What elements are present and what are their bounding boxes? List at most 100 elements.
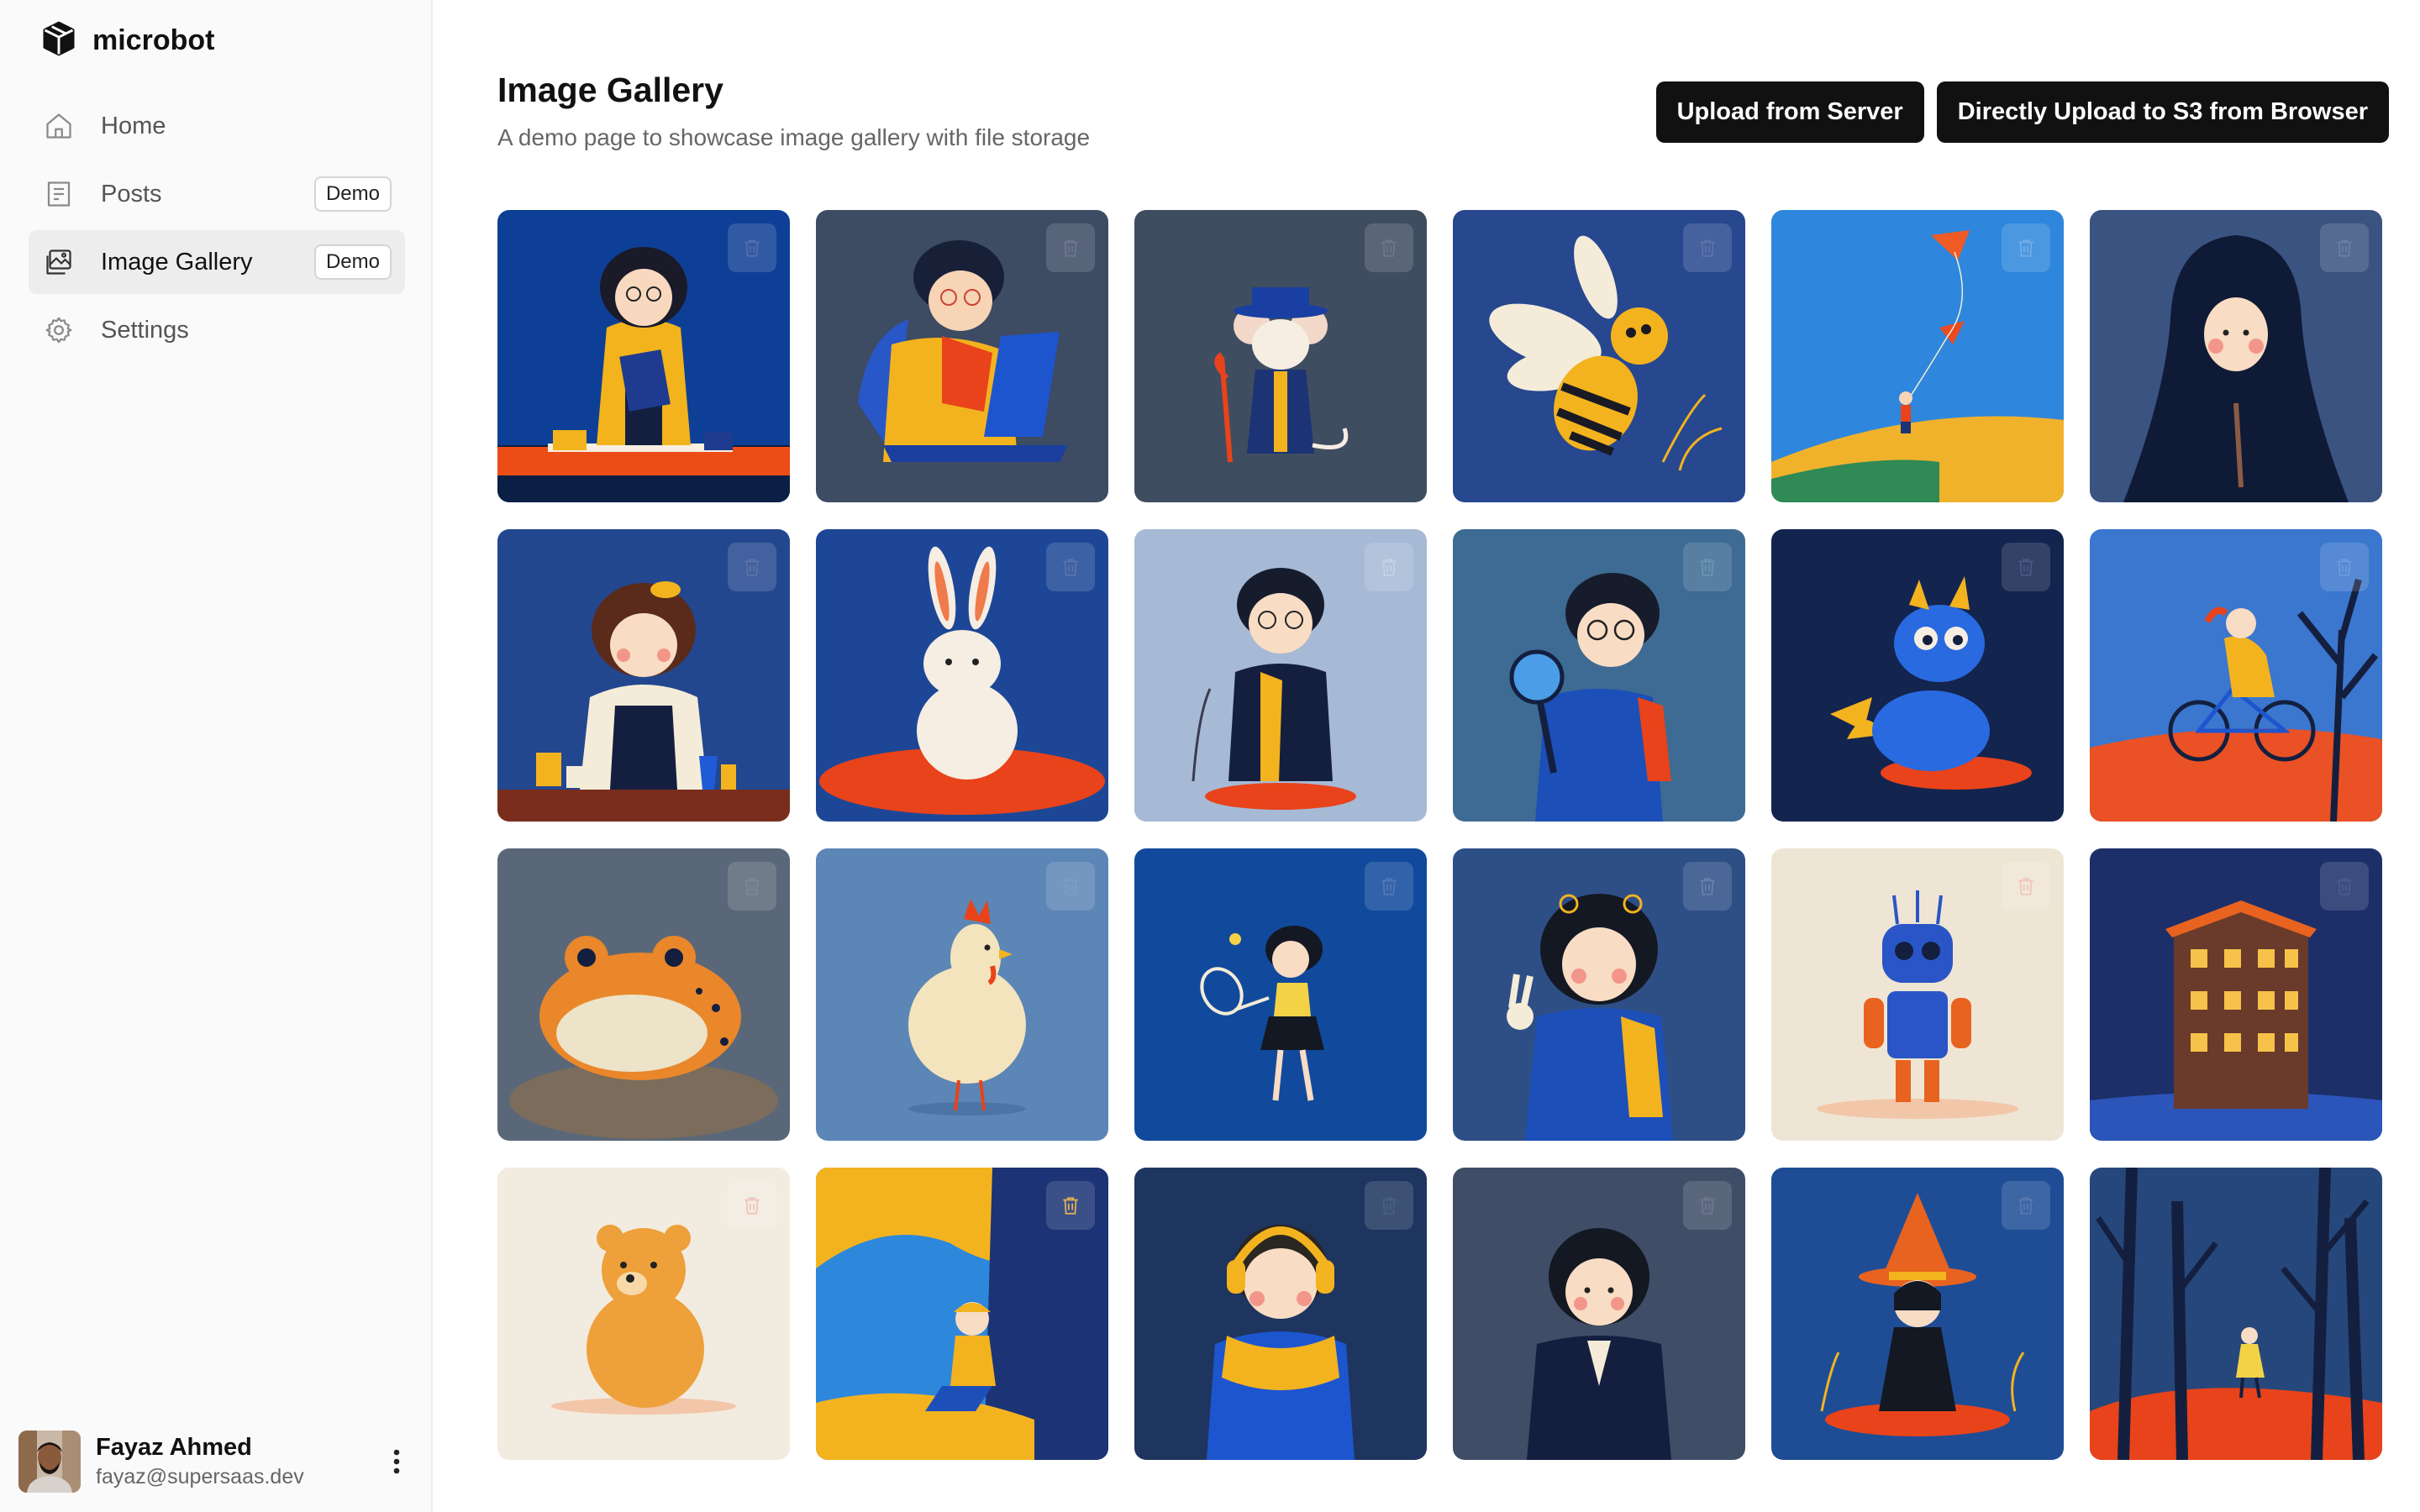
trash-icon <box>1063 878 1078 895</box>
gear-icon <box>42 313 76 347</box>
trash-icon <box>1700 878 1715 895</box>
delete-image-button[interactable] <box>2002 862 2050 911</box>
sidebar-nav: Home Posts Demo Image Gallery Demo Setti… <box>29 94 405 366</box>
sidebar-item-image-gallery[interactable]: Image Gallery Demo <box>29 230 405 294</box>
user-name: Fayaz Ahmed <box>96 1434 252 1461</box>
gallery-image[interactable] <box>1771 848 2064 1141</box>
gallery-image[interactable] <box>497 529 790 822</box>
sidebar: microbot Home Posts Demo Image Gallery D… <box>0 0 433 1512</box>
delete-image-button[interactable] <box>1683 1181 1732 1230</box>
delete-image-button[interactable] <box>2320 862 2369 911</box>
avatar <box>18 1431 81 1493</box>
trash-icon <box>1700 239 1715 257</box>
delete-image-button[interactable] <box>728 223 776 272</box>
gallery-image[interactable] <box>1134 1168 1427 1460</box>
delete-image-button[interactable] <box>1365 1181 1413 1230</box>
sidebar-item-posts[interactable]: Posts Demo <box>29 162 405 226</box>
delete-image-button[interactable] <box>2320 223 2369 272</box>
gallery-image[interactable] <box>497 1168 790 1460</box>
trash-icon <box>744 559 760 576</box>
gallery-image[interactable] <box>497 848 790 1141</box>
trash-icon <box>2337 239 2352 257</box>
upload-from-server-button[interactable]: Upload from Server <box>1655 81 1924 143</box>
gallery-image[interactable] <box>2090 529 2382 822</box>
trash-icon <box>744 878 760 895</box>
delete-image-button[interactable] <box>1365 543 1413 591</box>
gallery-image[interactable] <box>1453 848 1745 1141</box>
sidebar-item-label: Home <box>101 112 166 139</box>
gallery-image[interactable] <box>816 848 1108 1141</box>
gallery-image[interactable] <box>1134 210 1427 502</box>
delete-image-button[interactable] <box>1683 223 1732 272</box>
gallery-image[interactable] <box>816 210 1108 502</box>
delete-image-button[interactable] <box>728 543 776 591</box>
app-root: microbot Home Posts Demo Image Gallery D… <box>0 0 2420 1512</box>
upload-to-s3-button[interactable]: Directly Upload to S3 from Browser <box>1936 81 2389 143</box>
page-subtitle: A demo page to showcase image gallery wi… <box>497 124 1091 150</box>
gallery-image[interactable] <box>1134 848 1427 1141</box>
delete-image-button[interactable] <box>728 1181 776 1230</box>
trash-icon <box>1063 559 1078 576</box>
delete-image-button[interactable] <box>2002 223 2050 272</box>
trash-icon <box>1381 1197 1397 1215</box>
gallery-image-art <box>2090 1168 2382 1460</box>
demo-badge: Demo <box>313 244 392 280</box>
gallery-image[interactable] <box>497 210 790 502</box>
delete-image-button[interactable] <box>1365 223 1413 272</box>
image-icon <box>42 245 76 279</box>
gallery-image[interactable] <box>2090 1168 2382 1460</box>
posts-icon <box>42 177 76 211</box>
delete-image-button[interactable] <box>2002 1181 2050 1230</box>
trash-icon <box>1381 239 1397 257</box>
image-grid <box>497 210 2382 1460</box>
trash-icon <box>1381 559 1397 576</box>
sidebar-item-label: Posts <box>101 180 162 207</box>
trash-icon <box>1063 1197 1078 1215</box>
delete-image-button[interactable] <box>728 862 776 911</box>
trash-icon <box>1700 559 1715 576</box>
gallery-image[interactable] <box>2090 848 2382 1141</box>
delete-image-button[interactable] <box>2002 543 2050 591</box>
user-email: fayaz@supersaas.dev <box>96 1465 304 1488</box>
trash-icon <box>2018 559 2033 576</box>
gallery-image[interactable] <box>1771 210 2064 502</box>
logo-cube-icon <box>40 20 77 61</box>
trash-icon <box>744 1197 760 1215</box>
brand-name: microbot <box>92 24 215 56</box>
delete-image-button[interactable] <box>1365 862 1413 911</box>
trash-icon <box>2337 559 2352 576</box>
page-title: Image Gallery <box>497 71 723 109</box>
sidebar-item-settings[interactable]: Settings <box>29 298 405 362</box>
delete-image-button[interactable] <box>2320 543 2369 591</box>
delete-image-button[interactable] <box>1683 543 1732 591</box>
sidebar-item-home[interactable]: Home <box>29 94 405 158</box>
gallery-image[interactable] <box>1453 1168 1745 1460</box>
gallery-image[interactable] <box>2090 210 2382 502</box>
gallery-image[interactable] <box>1771 1168 2064 1460</box>
trash-icon <box>744 239 760 257</box>
delete-image-button[interactable] <box>1046 543 1095 591</box>
main-content: Image Gallery A demo page to showcase im… <box>433 0 2420 1512</box>
trash-icon <box>1381 878 1397 895</box>
delete-image-button[interactable] <box>1046 223 1095 272</box>
sidebar-item-label: Settings <box>101 316 189 344</box>
trash-icon <box>1063 239 1078 257</box>
gallery-image[interactable] <box>1453 210 1745 502</box>
header-actions: Upload from Server Directly Upload to S3… <box>1655 81 2389 143</box>
delete-image-button[interactable] <box>1046 862 1095 911</box>
delete-image-button[interactable] <box>1046 1181 1095 1230</box>
gallery-image[interactable] <box>1453 529 1745 822</box>
trash-icon <box>2018 239 2033 257</box>
brand[interactable]: microbot <box>40 20 214 60</box>
home-icon <box>42 109 76 143</box>
gallery-image[interactable] <box>816 529 1108 822</box>
sidebar-item-label: Image Gallery <box>101 248 253 276</box>
gallery-image[interactable] <box>1771 529 2064 822</box>
more-options-icon[interactable] <box>380 1436 413 1487</box>
gallery-image[interactable] <box>1134 529 1427 822</box>
user-profile[interactable]: Fayaz Ahmed fayaz@supersaas.dev <box>18 1428 413 1495</box>
gallery-image[interactable] <box>816 1168 1108 1460</box>
trash-icon <box>2337 878 2352 895</box>
delete-image-button[interactable] <box>1683 862 1732 911</box>
trash-icon <box>2018 878 2033 895</box>
